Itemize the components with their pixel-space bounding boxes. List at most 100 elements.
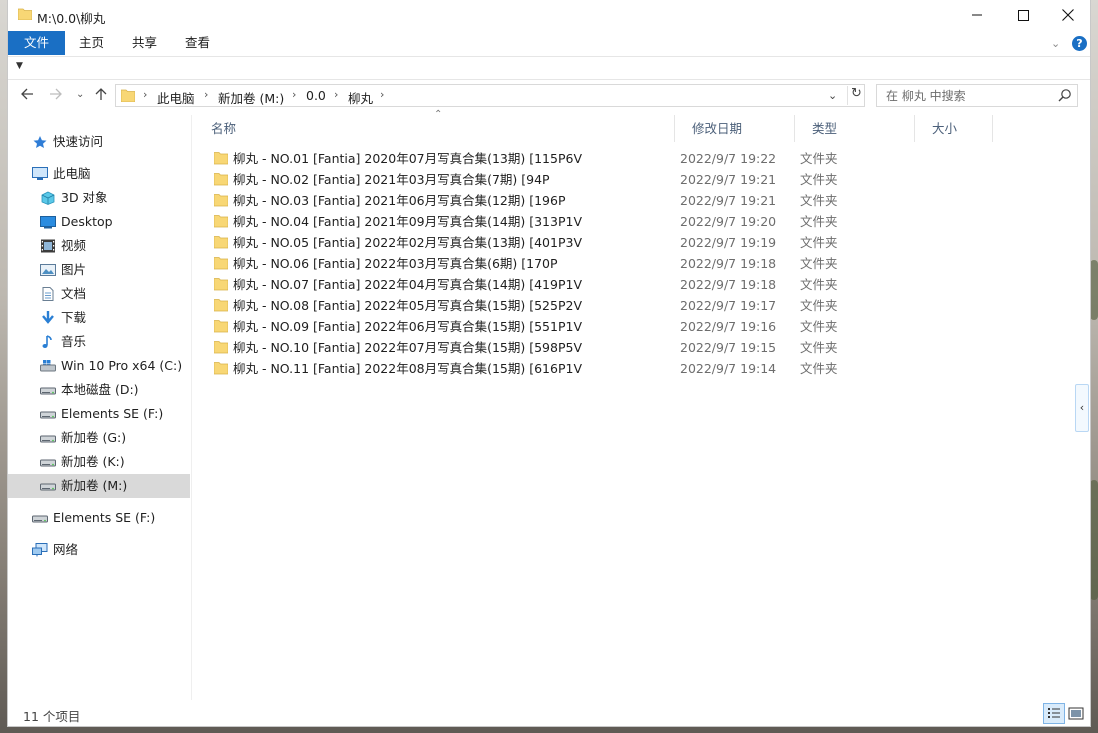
tab-share[interactable]: 共享 [118, 31, 171, 55]
folder-icon [214, 299, 228, 312]
close-button[interactable] [1045, 0, 1090, 30]
breadcrumb-separator-icon[interactable]: › [380, 88, 384, 101]
nav-item-drive-c[interactable]: Win 10 Pro x64 (C:) [8, 354, 190, 378]
file-name: 柳丸 - NO.11 [Fantia] 2022年08月写真合集(15期) [6… [233, 361, 583, 376]
file-date: 2022/9/7 19:20 [680, 214, 777, 229]
navigation-pane: 快速访问 此电脑 3D 对象 Desktop 视频 图片 文档 下载 音乐 Wi… [8, 115, 192, 700]
music-icon [42, 335, 52, 348]
help-icon[interactable]: ? [1072, 36, 1087, 51]
column-header-date[interactable]: 修改日期 [675, 115, 795, 142]
table-row[interactable]: 柳丸 - NO.08 [Fantia] 2022年05月写真合集(15期) [5… [211, 295, 1011, 316]
file-type: 文件夹 [800, 235, 838, 250]
download-icon [42, 311, 54, 324]
folder-icon [214, 236, 228, 249]
details-view-icon [1048, 708, 1060, 718]
file-name: 柳丸 - NO.07 [Fantia] 2022年04月写真合集(14期) [4… [233, 277, 583, 292]
large-icons-view-icon[interactable] [1068, 706, 1084, 721]
nav-item-drive-g[interactable]: 新加卷 (G:) [8, 426, 190, 450]
nav-item-desktop[interactable]: Desktop [8, 210, 190, 234]
drive-icon [40, 387, 56, 395]
table-row[interactable]: 柳丸 - NO.10 [Fantia] 2022年07月写真合集(15期) [5… [211, 337, 1011, 358]
search-box[interactable] [876, 84, 1078, 107]
breadcrumb-current-folder[interactable]: 柳丸 [348, 88, 373, 107]
nav-quick-access[interactable]: 快速访问 [8, 130, 190, 154]
column-header-size[interactable]: 大小 [915, 115, 993, 142]
table-row[interactable]: 柳丸 - NO.01 [Fantia] 2020年07月写真合集(13期) [1… [211, 148, 1011, 169]
address-bar[interactable]: › 此电脑 › 新加卷 (M:) › 0.0 › 柳丸 › ⌄ ↻ [115, 84, 865, 107]
tab-home[interactable]: 主页 [65, 31, 118, 55]
window-title: M:\0.0\柳丸 [37, 11, 106, 26]
folder-icon [121, 89, 135, 102]
column-header-type[interactable]: 类型 [795, 115, 915, 142]
recent-locations-chevron-icon[interactable]: ⌄ [76, 89, 84, 100]
nav-item-label: 文档 [61, 286, 87, 301]
tab-file[interactable]: 文件 [8, 31, 65, 55]
file-type: 文件夹 [800, 172, 838, 187]
nav-item-music[interactable]: 音乐 [8, 330, 190, 354]
maximize-button[interactable] [1000, 0, 1046, 30]
folder-icon [214, 173, 228, 186]
network-icon [32, 543, 48, 557]
nav-item-label: Desktop [61, 214, 113, 229]
search-input[interactable] [877, 85, 1052, 106]
file-type: 文件夹 [800, 361, 838, 376]
drive-icon [40, 435, 56, 443]
nav-external-drive-f[interactable]: Elements SE (F:) [8, 506, 190, 530]
up-arrow-icon[interactable] [94, 87, 108, 101]
breadcrumb-folder-0-0[interactable]: 0.0 [306, 88, 326, 103]
search-icon[interactable] [1058, 88, 1072, 102]
breadcrumb-separator-icon[interactable]: › [143, 88, 147, 101]
nav-item-label: 新加卷 (G:) [61, 430, 127, 445]
table-row[interactable]: 柳丸 - NO.11 [Fantia] 2022年08月写真合集(15期) [6… [211, 358, 1011, 379]
folder-icon [214, 278, 228, 291]
refresh-icon[interactable]: ↻ [847, 86, 865, 105]
table-row[interactable]: 柳丸 - NO.07 [Fantia] 2022年04月写真合集(14期) [4… [211, 274, 1011, 295]
file-name: 柳丸 - NO.05 [Fantia] 2022年02月写真合集(13期) [4… [233, 235, 583, 250]
forward-arrow-icon[interactable] [49, 87, 63, 101]
expand-ribbon-chevron-icon[interactable]: ⌄ [1051, 37, 1060, 50]
title-bar[interactable]: M:\0.0\柳丸 [8, 0, 1090, 31]
details-view-button[interactable] [1043, 703, 1065, 724]
details-pane-toggle-chevron-icon[interactable]: ‹ [1075, 384, 1089, 432]
column-header-name[interactable]: 名称 [194, 115, 675, 142]
folder-icon [214, 341, 228, 354]
file-name: 柳丸 - NO.08 [Fantia] 2022年05月写真合集(15期) [5… [233, 298, 583, 313]
table-row[interactable]: 柳丸 - NO.04 [Fantia] 2021年09月写真合集(14期) [3… [211, 211, 1011, 232]
drive-icon [40, 459, 56, 467]
nav-network[interactable]: 网络 [8, 538, 190, 562]
quick-access-toolbar: ▼ [8, 56, 1090, 80]
file-date: 2022/9/7 19:15 [680, 340, 777, 355]
file-date: 2022/9/7 19:17 [680, 298, 777, 313]
breadcrumb-separator-icon[interactable]: › [334, 88, 338, 101]
table-row[interactable]: 柳丸 - NO.03 [Fantia] 2021年06月写真合集(12期) [1… [211, 190, 1011, 211]
minimize-button[interactable] [954, 0, 1000, 30]
file-date: 2022/9/7 19:16 [680, 319, 777, 334]
nav-item-drive-f[interactable]: Elements SE (F:) [8, 402, 190, 426]
file-date: 2022/9/7 19:21 [680, 193, 777, 208]
breadcrumb-separator-icon[interactable]: › [292, 88, 296, 101]
nav-item-pictures[interactable]: 图片 [8, 258, 190, 282]
table-row[interactable]: 柳丸 - NO.05 [Fantia] 2022年02月写真合集(13期) [4… [211, 232, 1011, 253]
address-history-dropdown-icon[interactable]: ⌄ [828, 89, 837, 102]
file-date: 2022/9/7 19:18 [680, 277, 777, 292]
nav-item-drive-m[interactable]: 新加卷 (M:) [8, 474, 190, 498]
table-row[interactable]: 柳丸 - NO.06 [Fantia] 2022年03月写真合集(6期) [17… [211, 253, 1011, 274]
table-row[interactable]: 柳丸 - NO.09 [Fantia] 2022年06月写真合集(15期) [5… [211, 316, 1011, 337]
breadcrumb-this-pc[interactable]: 此电脑 [157, 88, 195, 107]
nav-item-drive-d[interactable]: 本地磁盘 (D:) [8, 378, 190, 402]
breadcrumb-separator-icon[interactable]: › [204, 88, 208, 101]
drive-icon [40, 411, 56, 419]
table-row[interactable]: 柳丸 - NO.02 [Fantia] 2021年03月写真合集(7期) [94… [211, 169, 1011, 190]
nav-item-documents[interactable]: 文档 [8, 282, 190, 306]
file-type: 文件夹 [800, 319, 838, 334]
nav-item-downloads[interactable]: 下载 [8, 306, 190, 330]
customize-toolbar-icon[interactable]: ▼ [16, 61, 23, 71]
nav-item-3d-objects[interactable]: 3D 对象 [8, 186, 190, 210]
nav-item-drive-k[interactable]: 新加卷 (K:) [8, 450, 190, 474]
nav-this-pc[interactable]: 此电脑 [8, 162, 190, 186]
breadcrumb-drive-m[interactable]: 新加卷 (M:) [218, 88, 284, 107]
nav-item-label: 视频 [61, 238, 87, 253]
back-arrow-icon[interactable] [20, 87, 34, 101]
nav-item-videos[interactable]: 视频 [8, 234, 190, 258]
tab-view[interactable]: 查看 [171, 31, 224, 55]
